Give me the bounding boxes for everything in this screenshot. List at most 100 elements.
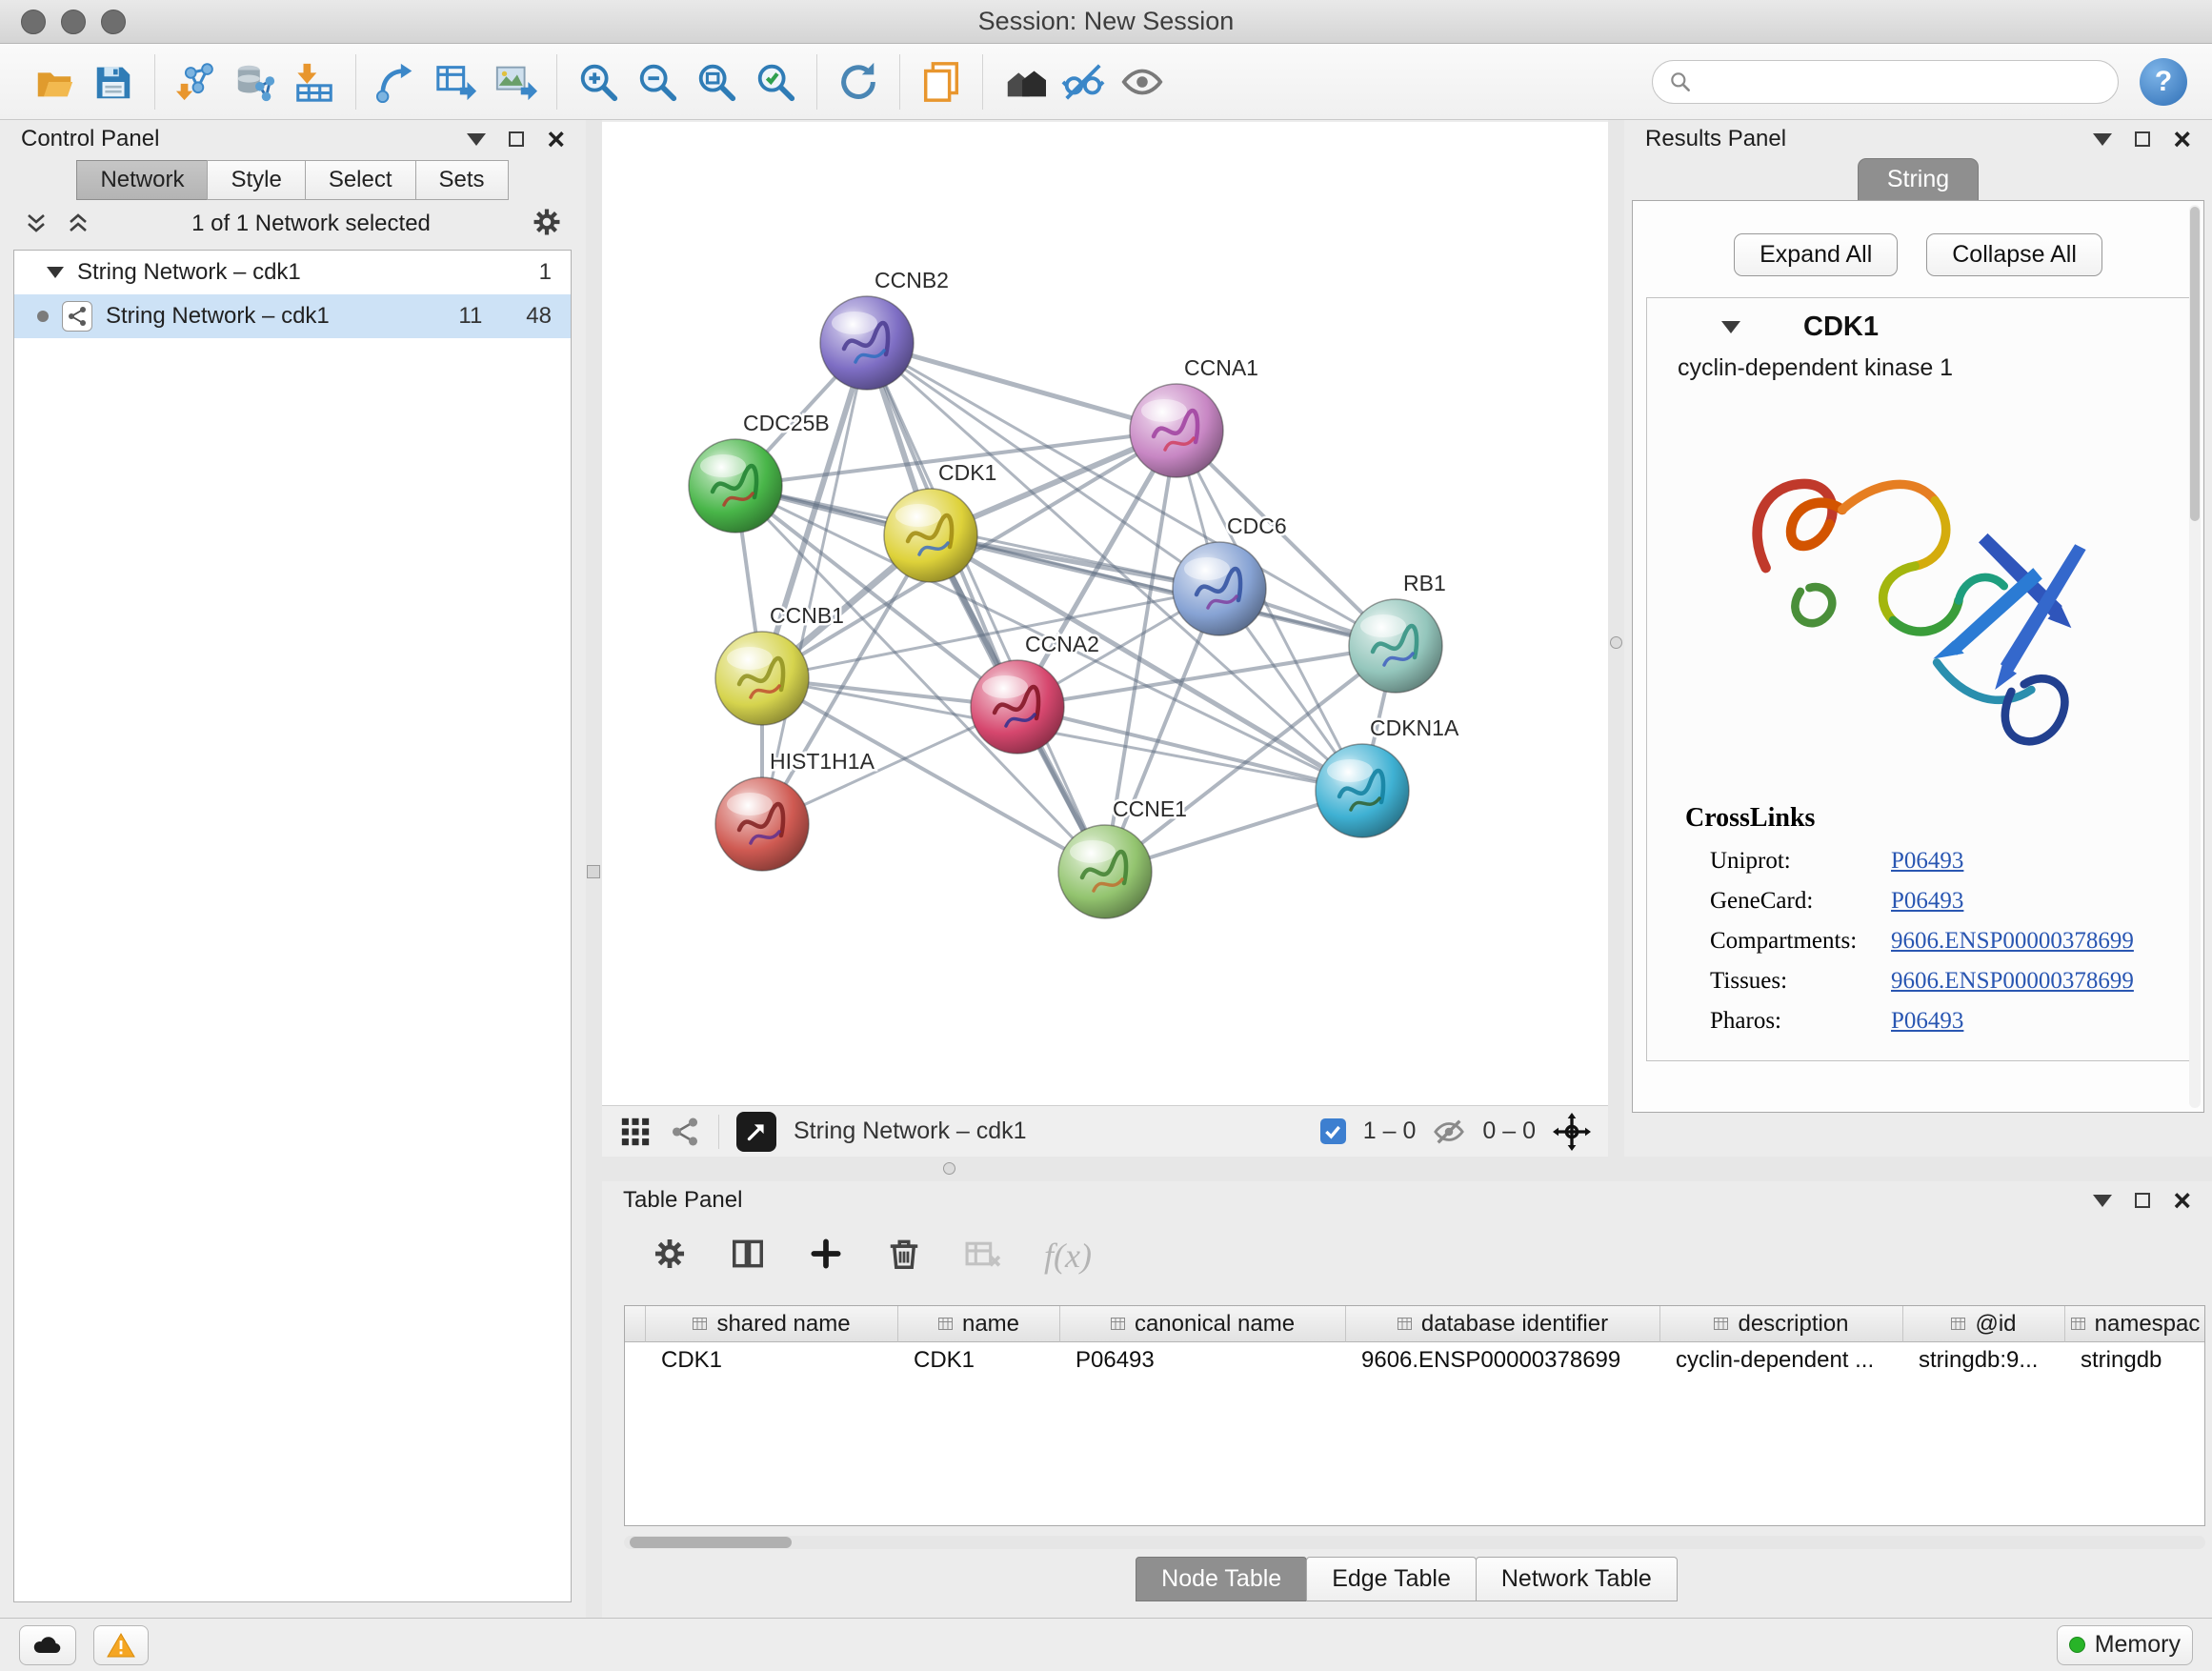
- home-button[interactable]: [995, 52, 1054, 111]
- float-panel-icon[interactable]: [2093, 133, 2112, 146]
- expand-all-icon[interactable]: [65, 211, 91, 236]
- table-cell[interactable]: stringdb:9...: [1903, 1342, 2065, 1379]
- warnings-button[interactable]: [93, 1625, 149, 1665]
- column-header-shared-name[interactable]: shared name: [646, 1306, 898, 1342]
- bottom-splitter[interactable]: [586, 1157, 2212, 1181]
- import-network-database-button[interactable]: [226, 52, 285, 111]
- table-horizontal-scrollbar[interactable]: [624, 1536, 2205, 1549]
- minimize-window-button[interactable]: [61, 10, 86, 34]
- duplicate-network-button[interactable]: [912, 52, 971, 111]
- column-header-name[interactable]: name: [898, 1306, 1060, 1342]
- network-node-CCNA1[interactable]: [1130, 384, 1223, 477]
- hidden-eye-icon[interactable]: [1433, 1116, 1465, 1148]
- crosslink-value-link[interactable]: P06493: [1891, 1008, 1963, 1035]
- save-session-button[interactable]: [84, 52, 143, 111]
- close-panel-icon[interactable]: ×: [2173, 1185, 2191, 1216]
- column-header-database-identifier[interactable]: database identifier: [1346, 1306, 1660, 1342]
- close-window-button[interactable]: [21, 10, 46, 34]
- show-details-button[interactable]: [1113, 52, 1172, 111]
- splitter-handle[interactable]: [1610, 636, 1622, 649]
- toggle-graphics-details-button[interactable]: [1054, 52, 1113, 111]
- show-columns-icon[interactable]: [730, 1236, 766, 1277]
- grid-view-icon[interactable]: [619, 1116, 652, 1148]
- maximize-panel-icon[interactable]: [2135, 131, 2150, 147]
- right-splitter[interactable]: [1608, 120, 1624, 1157]
- crosslink-value-link[interactable]: P06493: [1891, 848, 1963, 875]
- zoom-fit-button[interactable]: [687, 52, 746, 111]
- close-panel-icon[interactable]: ×: [547, 124, 565, 154]
- zoom-selected-button[interactable]: [746, 52, 805, 111]
- table-cell[interactable]: CDK1: [898, 1342, 1060, 1379]
- splitter-handle[interactable]: [587, 865, 600, 878]
- network-edge-CDK1-RB1[interactable]: [931, 535, 1396, 646]
- zoom-window-button[interactable]: [101, 10, 126, 34]
- tab-node-table[interactable]: Node Table: [1136, 1557, 1307, 1601]
- network-node-CDC25B[interactable]: [689, 439, 782, 533]
- column-header--id[interactable]: @id: [1903, 1306, 2065, 1342]
- import-table-button[interactable]: [285, 52, 344, 111]
- network-collection-row[interactable]: String Network – cdk1 1: [14, 251, 571, 294]
- float-panel-icon[interactable]: [467, 133, 486, 146]
- table-cell[interactable]: stringdb: [2065, 1342, 2205, 1379]
- tab-edge-table[interactable]: Edge Table: [1306, 1557, 1477, 1601]
- network-node-CCNB2[interactable]: [820, 296, 914, 390]
- add-column-plus-icon[interactable]: [808, 1236, 844, 1277]
- table-cell[interactable]: 9606.ENSP00000378699: [1346, 1342, 1660, 1379]
- network-canvas[interactable]: CCNB2CCNA1CDC25BCDK1CDC6RB1CCNB1CCNA2CDK…: [602, 122, 1608, 1105]
- column-header-description[interactable]: description: [1660, 1306, 1903, 1342]
- network-node-RB1[interactable]: [1349, 599, 1442, 693]
- table-settings-gear-icon[interactable]: [652, 1236, 688, 1277]
- network-node-CCNB1[interactable]: [715, 632, 809, 725]
- fit-content-crosshair-icon[interactable]: [1553, 1113, 1591, 1151]
- maximize-panel-icon[interactable]: [509, 131, 524, 147]
- birdseye-view-button[interactable]: [736, 1112, 776, 1152]
- zoom-in-button[interactable]: [569, 52, 628, 111]
- scrollbar-thumb[interactable]: [630, 1537, 792, 1548]
- network-node-CDC6[interactable]: [1173, 542, 1266, 635]
- splitter-handle[interactable]: [943, 1162, 955, 1175]
- network-node-CDK1[interactable]: [884, 489, 977, 582]
- network-row[interactable]: String Network – cdk1 11 48: [14, 294, 571, 338]
- control-tab-network[interactable]: Network: [76, 160, 208, 200]
- section-collapse-icon[interactable]: [1721, 321, 1740, 333]
- column-header-namespac[interactable]: namespac: [2065, 1306, 2205, 1342]
- collapse-all-icon[interactable]: [23, 211, 50, 236]
- left-splitter[interactable]: [586, 120, 602, 1618]
- control-tab-select[interactable]: Select: [305, 160, 416, 200]
- help-button[interactable]: ?: [2140, 58, 2187, 106]
- scrollbar-thumb[interactable]: [2190, 207, 2200, 521]
- table-cell[interactable]: cyclin-dependent ...: [1660, 1342, 1903, 1379]
- table-cell[interactable]: CDK1: [646, 1342, 898, 1379]
- search-input[interactable]: [1702, 69, 2083, 95]
- delete-column-trash-icon[interactable]: [886, 1236, 922, 1277]
- table-row[interactable]: CDK1CDK1P064939606.ENSP00000378699cyclin…: [625, 1342, 2204, 1379]
- close-panel-icon[interactable]: ×: [2173, 124, 2191, 154]
- network-node-CCNA2[interactable]: [971, 660, 1064, 754]
- crosslink-value-link[interactable]: 9606.ENSP00000378699: [1891, 928, 2134, 955]
- results-scrollbar[interactable]: [2189, 205, 2201, 1108]
- maximize-panel-icon[interactable]: [2135, 1193, 2150, 1208]
- control-tab-sets[interactable]: Sets: [415, 160, 509, 200]
- network-options-gear-icon[interactable]: [531, 206, 563, 243]
- network-node-CDKN1A[interactable]: [1316, 744, 1409, 837]
- open-session-button[interactable]: [25, 52, 84, 111]
- cloud-status-button[interactable]: [19, 1625, 76, 1665]
- control-tab-style[interactable]: Style: [207, 160, 305, 200]
- expand-all-button[interactable]: Expand All: [1734, 233, 1898, 276]
- float-panel-icon[interactable]: [2093, 1195, 2112, 1207]
- network-share-icon[interactable]: [669, 1116, 701, 1148]
- export-table-button[interactable]: [427, 52, 486, 111]
- table-cell[interactable]: P06493: [1060, 1342, 1346, 1379]
- export-image-button[interactable]: [486, 52, 545, 111]
- tab-network-table[interactable]: Network Table: [1476, 1557, 1678, 1601]
- column-header-canonical-name[interactable]: canonical name: [1060, 1306, 1346, 1342]
- import-network-file-button[interactable]: [167, 52, 226, 111]
- tree-expander-icon[interactable]: [47, 267, 64, 278]
- selected-checkbox-icon[interactable]: [1320, 1118, 1346, 1144]
- collapse-all-button[interactable]: Collapse All: [1926, 233, 2102, 276]
- network-node-CCNE1[interactable]: [1058, 825, 1152, 918]
- network-node-HIST1H1A[interactable]: [715, 777, 809, 871]
- crosslink-value-link[interactable]: 9606.ENSP00000378699: [1891, 968, 2134, 995]
- zoom-out-button[interactable]: [628, 52, 687, 111]
- tab-string[interactable]: String: [1858, 158, 1979, 200]
